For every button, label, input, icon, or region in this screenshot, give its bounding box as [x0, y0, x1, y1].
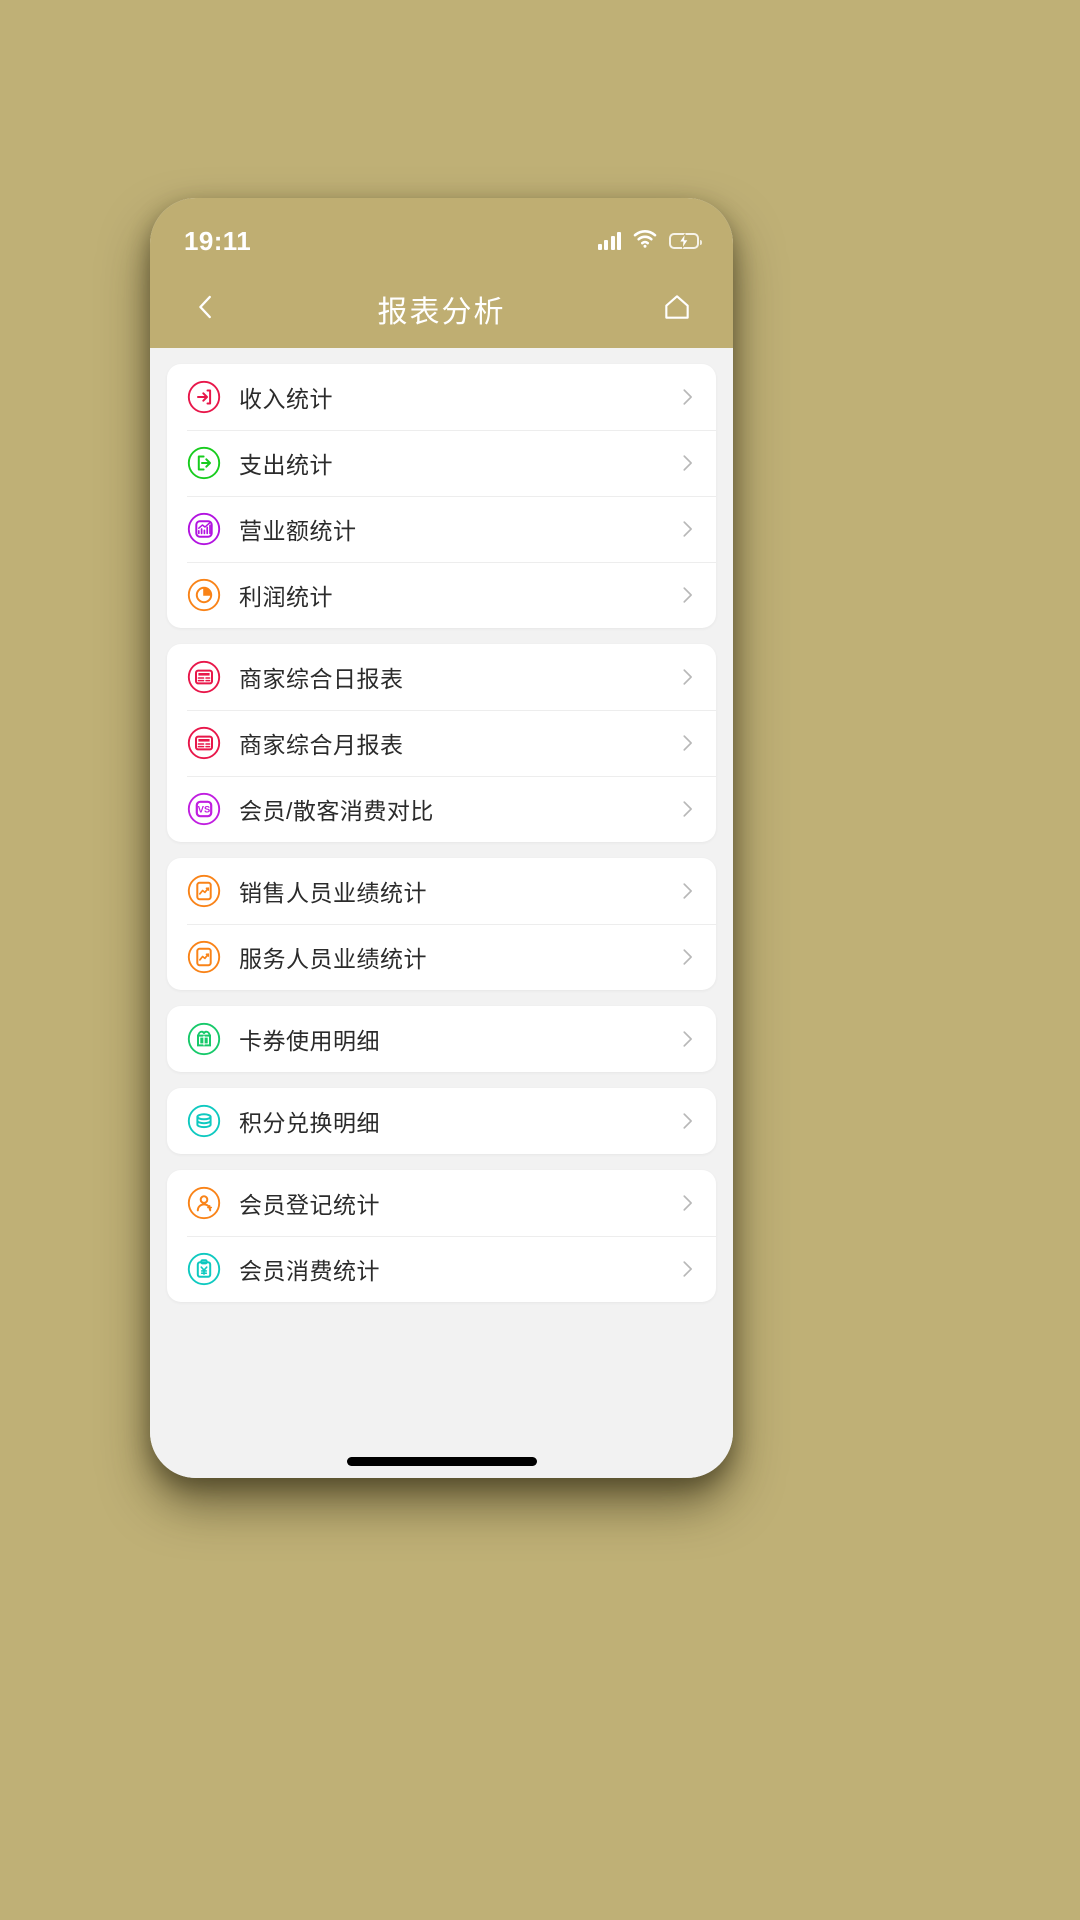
report-list-item[interactable]: 商家综合月报表	[167, 710, 716, 776]
chevron-right-icon	[676, 1110, 698, 1132]
chevron-right-icon	[676, 666, 698, 688]
page-title: 报表分析	[377, 296, 506, 329]
versus-compare-icon: VS	[187, 792, 221, 826]
chevron-right-icon	[676, 518, 698, 540]
report-list-item[interactable]: 会员登记统计	[167, 1170, 716, 1236]
report-list-item-label: 会员/散客消费对比	[239, 798, 434, 824]
expense-arrow-out-icon	[187, 446, 221, 480]
chevron-right-icon	[676, 880, 698, 902]
report-list-item[interactable]: 卡券使用明细	[167, 1006, 716, 1072]
cellular-signal-icon	[597, 232, 621, 250]
home-indicator-bar	[346, 1457, 537, 1466]
status-time: 19:11	[184, 225, 252, 256]
report-list-item-label: 销售人员业绩统计	[239, 880, 427, 906]
home-button[interactable]	[651, 283, 703, 335]
pie-chart-icon	[187, 578, 221, 612]
phone-frame: 19:11 报表分析 收入统计 支出统计 营业额统计 利润统计 商家综合日报表 …	[150, 198, 733, 1478]
chevron-right-icon	[676, 798, 698, 820]
report-list-item[interactable]: 商家综合日报表	[167, 644, 716, 710]
status-bar: 19:11	[150, 198, 733, 270]
report-list-item[interactable]: 营业额统计	[167, 496, 716, 562]
report-list-item[interactable]: 会员消费统计	[167, 1236, 716, 1302]
sales-performance-chart-icon	[187, 874, 221, 908]
chevron-left-icon	[191, 292, 221, 327]
report-card: 会员登记统计 会员消费统计	[167, 1170, 716, 1302]
report-list-item[interactable]: VS 会员/散客消费对比	[167, 776, 716, 842]
member-register-person-icon	[187, 1186, 221, 1220]
income-arrow-in-icon	[187, 380, 221, 414]
service-performance-chart-icon	[187, 940, 221, 974]
nav-bar: 报表分析	[150, 270, 733, 348]
report-card: 销售人员业绩统计 服务人员业绩统计	[167, 858, 716, 990]
wifi-icon	[633, 229, 657, 253]
chevron-right-icon	[676, 1028, 698, 1050]
chevron-right-icon	[676, 1192, 698, 1214]
coupon-ticket-icon	[187, 1022, 221, 1056]
report-list-item-label: 服务人员业绩统计	[239, 946, 427, 972]
member-spend-clipboard-yuan-icon	[187, 1252, 221, 1286]
report-list-item[interactable]: 销售人员业绩统计	[167, 858, 716, 924]
svg-text:VS: VS	[198, 804, 210, 814]
report-list-item-label: 会员登记统计	[239, 1192, 380, 1218]
battery-charging-icon	[669, 233, 702, 249]
points-coins-icon	[187, 1104, 221, 1138]
chevron-right-icon	[676, 584, 698, 606]
report-list-item-label: 积分兑换明细	[239, 1110, 380, 1136]
chevron-right-icon	[676, 1258, 698, 1280]
home-icon	[661, 291, 693, 328]
report-list-item[interactable]: 收入统计	[167, 364, 716, 430]
back-button[interactable]	[180, 283, 232, 335]
report-list-item-label: 商家综合日报表	[239, 666, 404, 692]
status-icons	[597, 229, 702, 253]
report-list-item-label: 商家综合月报表	[239, 732, 404, 758]
chevron-right-icon	[676, 946, 698, 968]
report-list-item-label: 营业额统计	[239, 518, 357, 544]
report-card: 商家综合日报表 商家综合月报表 VS 会员/散客消费对比	[167, 644, 716, 842]
report-list-item[interactable]: 利润统计	[167, 562, 716, 628]
report-list-item-label: 会员消费统计	[239, 1258, 380, 1284]
report-card: 卡券使用明细	[167, 1006, 716, 1072]
report-list-item[interactable]: 服务人员业绩统计	[167, 924, 716, 990]
daily-report-icon	[187, 660, 221, 694]
chevron-right-icon	[676, 732, 698, 754]
monthly-report-icon	[187, 726, 221, 760]
chevron-right-icon	[676, 452, 698, 474]
report-list-scroll-area[interactable]: 收入统计 支出统计 营业额统计 利润统计 商家综合日报表 商家综合月报表 VS …	[150, 348, 733, 1478]
report-list-item[interactable]: 积分兑换明细	[167, 1088, 716, 1154]
chevron-right-icon	[676, 386, 698, 408]
report-list-item[interactable]: 支出统计	[167, 430, 716, 496]
report-card: 收入统计 支出统计 营业额统计 利润统计	[167, 364, 716, 628]
report-list-item-label: 支出统计	[239, 452, 333, 478]
bar-chart-trend-icon	[187, 512, 221, 546]
report-list-item-label: 利润统计	[239, 584, 333, 610]
report-card: 积分兑换明细	[167, 1088, 716, 1154]
report-list-item-label: 收入统计	[239, 386, 333, 412]
report-list-item-label: 卡券使用明细	[239, 1028, 380, 1054]
